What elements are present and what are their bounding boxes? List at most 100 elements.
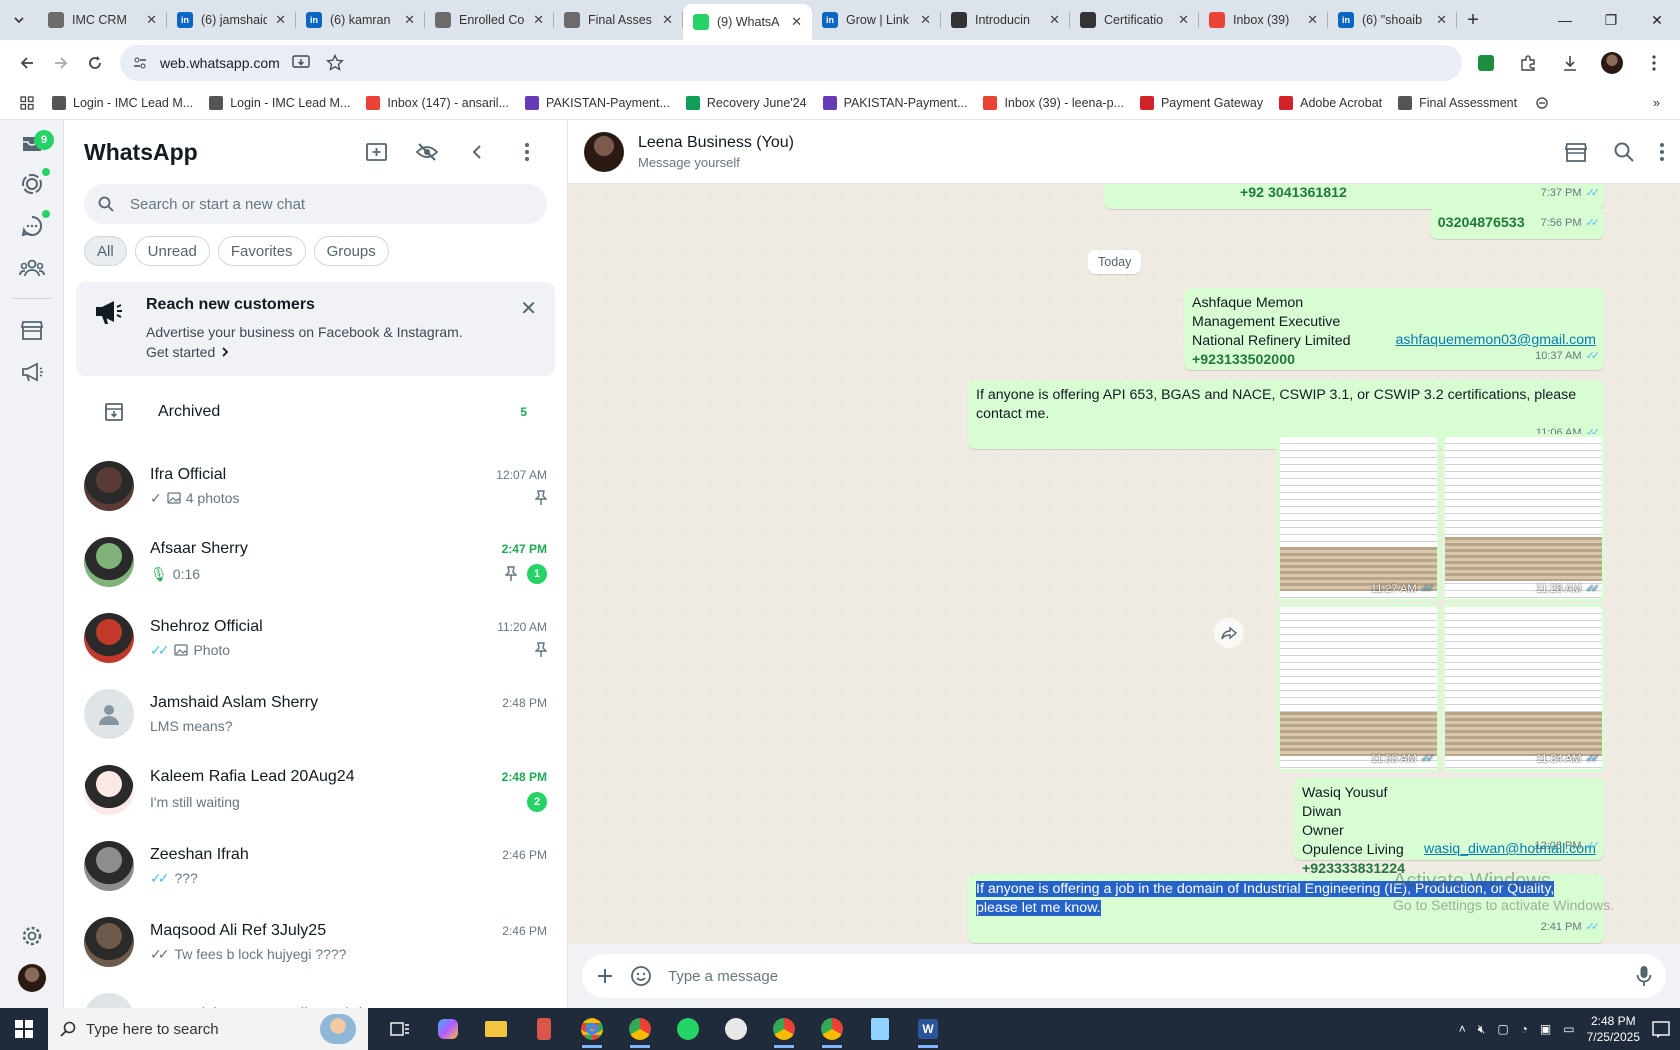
extensions-puzzle-icon[interactable] xyxy=(1512,47,1544,79)
card-phone[interactable]: +923133502000 xyxy=(1192,351,1351,370)
tab-close-icon[interactable]: ✕ xyxy=(791,14,802,30)
bookmark-item[interactable]: Recovery June'24 xyxy=(678,92,815,114)
browser-tab[interactable]: Inbox (39) ✕ xyxy=(1199,0,1328,40)
image-thumbnail[interactable]: 11:28 AM ✓✓ xyxy=(1442,434,1605,602)
browser-tab[interactable]: Final Asses ✕ xyxy=(554,0,683,40)
task-view-icon[interactable] xyxy=(376,1008,424,1050)
business-tools-icon[interactable] xyxy=(16,314,48,346)
image-thumbnail[interactable]: 11:34 AM ✓✓ xyxy=(1442,604,1605,772)
catalog-store-icon[interactable] xyxy=(1564,141,1588,163)
browser-tab[interactable]: in (6) kamran ✕ xyxy=(296,0,425,40)
wifi-icon[interactable]: ◔ xyxy=(1521,1022,1528,1036)
browser-tab[interactable]: in (6) "shoaib ✕ xyxy=(1328,0,1457,40)
site-info-icon[interactable] xyxy=(132,55,148,71)
conversation-search-icon[interactable] xyxy=(1614,142,1634,162)
bookmark-imc-icon[interactable] xyxy=(1527,92,1557,114)
bookmark-item[interactable]: Login - IMC Lead M... xyxy=(44,92,201,114)
bookmark-item[interactable]: PAKISTAN-Payment... xyxy=(517,92,678,114)
chat-list-item[interactable]: Afsaar Sherry 2:47 PM 🎙︎ 0:16 1 xyxy=(64,524,567,600)
chat-avatar[interactable] xyxy=(84,993,134,1008)
attach-plus-icon[interactable] xyxy=(596,967,614,985)
new-tab-button[interactable]: + xyxy=(1457,0,1489,40)
browser-tab[interactable]: in (6) jamshaid ✕ xyxy=(167,0,296,40)
collapse-chevron-icon[interactable] xyxy=(457,132,497,172)
clock-app-icon[interactable] xyxy=(712,1008,760,1050)
filter-favorites[interactable]: Favorites xyxy=(217,236,306,266)
file-explorer-icon[interactable] xyxy=(472,1008,520,1050)
copilot-icon[interactable] xyxy=(424,1008,472,1050)
image-thumbnail[interactable]: 11:27 AM ✓✓ xyxy=(1277,434,1440,602)
chat-avatar[interactable] xyxy=(84,689,134,739)
close-window-icon[interactable]: ✕ xyxy=(1634,0,1680,40)
conversation-menu-icon[interactable] xyxy=(1660,142,1664,161)
image-thumbnail[interactable]: 11:33 AM ✓✓ xyxy=(1277,604,1440,772)
selected-text-line-2[interactable]: please let me know. xyxy=(976,900,1101,916)
profile-avatar[interactable] xyxy=(1596,47,1628,79)
battery-icon[interactable]: ▭ xyxy=(1563,1022,1574,1036)
sidebar-menu-icon[interactable] xyxy=(507,132,547,172)
chat-avatar[interactable] xyxy=(84,613,134,663)
contact-card-message[interactable]: Ashfaque Memon Management Executive Nati… xyxy=(1184,288,1604,370)
network-icon[interactable]: ▣ xyxy=(1540,1022,1551,1036)
browser-tab[interactable]: Enrolled Co ✕ xyxy=(425,0,554,40)
taskbar-search-input[interactable]: Type here to search xyxy=(48,1008,368,1050)
promo-close-icon[interactable]: ✕ xyxy=(520,296,537,321)
bookmark-item[interactable]: Inbox (39) - leena-p... xyxy=(975,92,1132,114)
chrome-window-3-icon[interactable] xyxy=(808,1008,856,1050)
bookmark-item[interactable]: Payment Gateway xyxy=(1132,92,1271,114)
paint-app-icon[interactable] xyxy=(520,1008,568,1050)
communities-icon[interactable] xyxy=(16,252,48,284)
message-phone[interactable]: +92 3041361812 xyxy=(1240,184,1347,203)
tab-close-icon[interactable]: ✕ xyxy=(1178,12,1189,28)
message-list[interactable]: +92 3041361812 7:37 PM ✓✓ 03204876533 7:5… xyxy=(568,184,1680,944)
notifications-icon[interactable] xyxy=(1652,1020,1670,1038)
back-button[interactable] xyxy=(10,46,44,80)
forward-button[interactable] xyxy=(44,46,78,80)
apps-grid-icon[interactable] xyxy=(12,92,42,114)
message-bubble[interactable]: +92 3041361812 7:37 PM ✓✓ xyxy=(1104,184,1604,209)
message-bubble[interactable]: 03204876533 7:56 PM ✓✓ xyxy=(1429,208,1604,239)
windows-start-icon[interactable] xyxy=(0,1008,48,1050)
chat-list-item[interactable]: Zeeshan Ifrah 2:46 PM ✓✓??? xyxy=(64,828,567,904)
promo-banner[interactable]: Reach new customers Advertise your busin… xyxy=(76,282,555,376)
bookmark-item[interactable]: Login - IMC Lead M... xyxy=(201,92,358,114)
volume-muted-icon[interactable]: 🔇︎ xyxy=(1478,1022,1486,1037)
profile-photo-avatar[interactable] xyxy=(16,962,48,994)
contact-card-message[interactable]: Wasiq Yousuf Diwan Owner Opulence Living… xyxy=(1294,778,1604,877)
tab-close-icon[interactable]: ✕ xyxy=(1307,12,1318,28)
chat-avatar[interactable] xyxy=(84,461,134,511)
chat-list-item[interactable]: M. Danish Yameen Client 3/5/232:45 PM xyxy=(64,980,567,1008)
browser-menu-icon[interactable] xyxy=(1638,47,1670,79)
tray-chevron-icon[interactable]: ˄ xyxy=(1459,1022,1466,1036)
chrome-window-2-icon[interactable] xyxy=(760,1008,808,1050)
filter-groups[interactable]: Groups xyxy=(313,236,389,266)
tab-close-icon[interactable]: ✕ xyxy=(404,12,415,28)
browser-tab[interactable]: Certificatio ✕ xyxy=(1070,0,1199,40)
promo-get-started-link[interactable]: Get started xyxy=(146,342,539,362)
notepad-icon[interactable] xyxy=(856,1008,904,1050)
archived-row[interactable]: Archived 5 xyxy=(64,376,567,448)
extension-green-icon[interactable] xyxy=(1470,47,1502,79)
tab-close-icon[interactable]: ✕ xyxy=(1049,12,1060,28)
chat-avatar[interactable] xyxy=(84,917,134,967)
tab-close-icon[interactable]: ✕ xyxy=(920,12,931,28)
reload-button[interactable] xyxy=(78,46,112,80)
bookmark-star-icon[interactable] xyxy=(325,54,344,72)
sticker-emoji-icon[interactable] xyxy=(630,965,652,987)
hide-eye-icon[interactable] xyxy=(407,132,447,172)
chrome-icon[interactable] xyxy=(568,1008,616,1050)
chat-avatar[interactable] xyxy=(84,537,134,587)
chat-avatar[interactable] xyxy=(84,841,134,891)
new-chat-icon[interactable] xyxy=(357,132,397,172)
forward-icon[interactable] xyxy=(1214,618,1244,648)
tab-close-icon[interactable]: ✕ xyxy=(275,12,286,28)
browser-tab[interactable]: Introducin ✕ xyxy=(941,0,1070,40)
chat-list-item[interactable]: Kaleem Rafia Lead 20Aug24 2:48 PM I'm stil… xyxy=(64,752,567,828)
downloads-icon[interactable] xyxy=(1554,47,1586,79)
tab-search-chevron-icon[interactable] xyxy=(0,0,38,40)
advertise-icon[interactable] xyxy=(16,356,48,388)
chat-avatar[interactable] xyxy=(84,765,134,815)
tray-app-icon[interactable]: ▢ xyxy=(1497,1022,1508,1036)
chrome-profile-icon[interactable] xyxy=(616,1008,664,1050)
chat-list-item[interactable]: Ifra Official 12:07 AM ✓ 4 photos xyxy=(64,448,567,524)
